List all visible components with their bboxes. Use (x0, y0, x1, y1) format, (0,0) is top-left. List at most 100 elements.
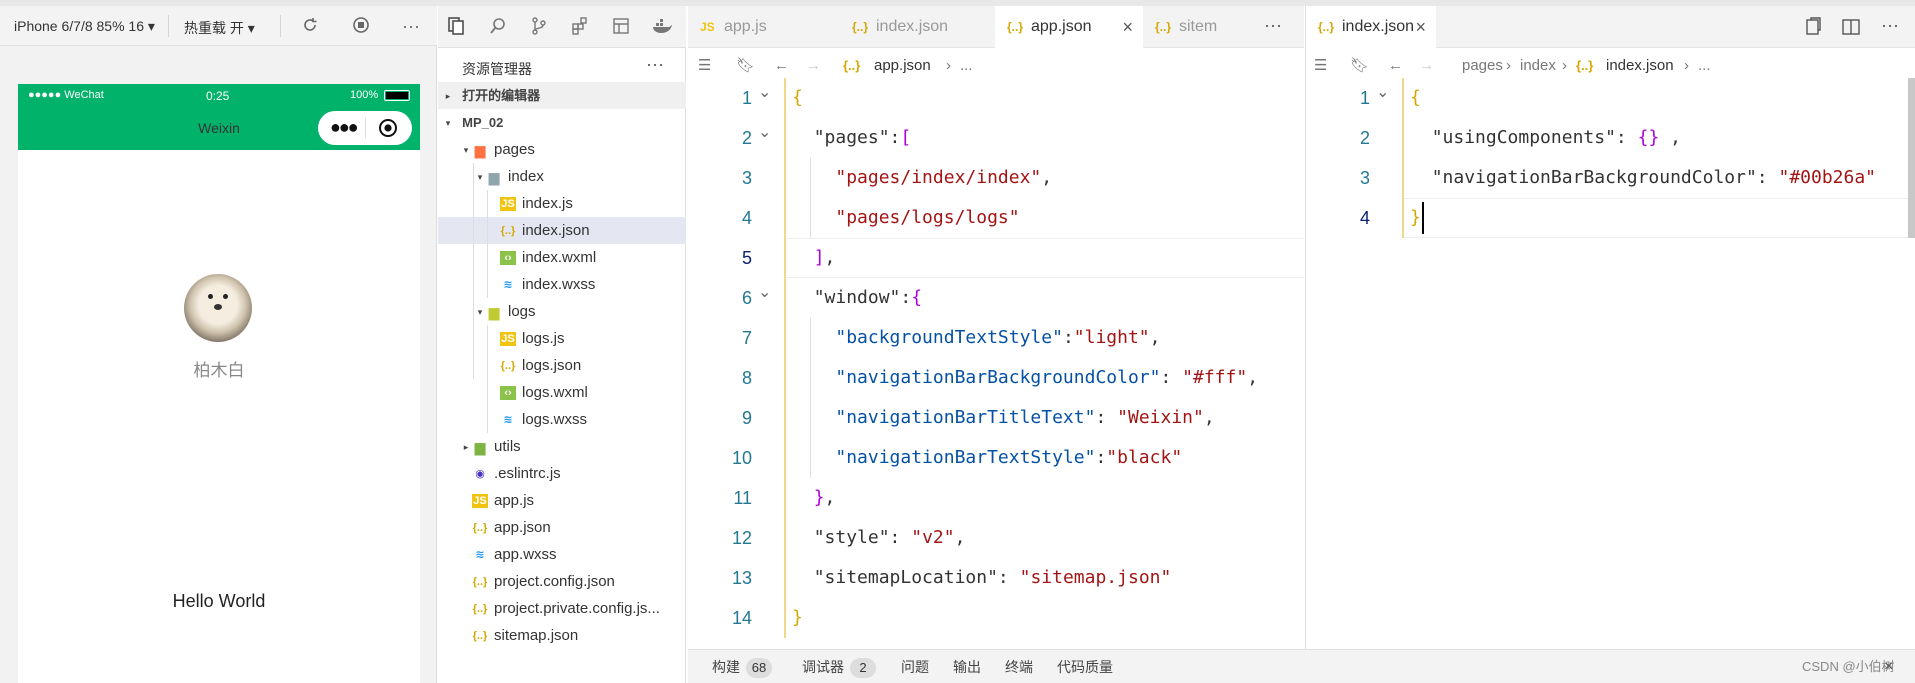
tree-item-label: index.wxml (522, 249, 597, 266)
editor-tab[interactable]: {..} sitem (1143, 6, 1223, 48)
code-line: } (792, 598, 803, 638)
tree-file[interactable]: {..} project.private.config.js... (438, 595, 686, 622)
project-section[interactable]: ▾ MP_02 (438, 109, 686, 136)
tree-folder[interactable]: ▸ ▆ utils (438, 433, 686, 460)
tree-file[interactable]: ≋ logs.wxss (438, 406, 686, 433)
collapsed-arrow-icon[interactable]: ▸ (460, 434, 472, 461)
code-line: ], (792, 238, 836, 278)
search-icon[interactable] (486, 16, 510, 40)
tree-folder[interactable]: ▾ ▆ pages (438, 136, 686, 163)
js-file-icon: JS (472, 494, 488, 509)
json-file-icon: {..} (1155, 20, 1172, 34)
code-area[interactable]: 1{2 "pages":[3 "pages/index/index", 4 "pa… (688, 78, 1304, 649)
refresh-icon[interactable] (300, 16, 320, 36)
editor-tab[interactable]: {..} app.json × (995, 6, 1143, 48)
build-tab[interactable]: 构建 68 (712, 650, 772, 683)
tree-folder[interactable]: ▾ ▆ index (438, 163, 686, 190)
split-editor-icon[interactable] (1841, 17, 1861, 41)
close-tab-icon[interactable]: × (1415, 6, 1426, 48)
output-tab[interactable]: 输出 (953, 650, 981, 683)
problems-tab[interactable]: 问题 (901, 650, 929, 683)
code-token: : (997, 567, 1020, 588)
source-control-icon[interactable] (527, 16, 551, 40)
capsule-menu[interactable]: ●●● (318, 111, 412, 145)
line-number: 13 (731, 568, 752, 588)
open-editors-section[interactable]: ▸ 打开的编辑器 (438, 82, 686, 109)
code-line: "pages/index/index", (792, 158, 1052, 198)
more-icon[interactable]: ··· (401, 16, 421, 36)
json-file-icon: {..} (472, 522, 488, 535)
line-number: 12 (731, 528, 752, 548)
indent-guide (487, 190, 488, 298)
code-token: "sitemapLocation" (813, 567, 998, 588)
open-changes-icon[interactable] (1803, 17, 1823, 41)
tree-file[interactable]: {..} project.config.json (438, 568, 686, 595)
signal-indicator: ●●●●● WeChat (28, 89, 104, 101)
expanded-arrow-icon[interactable]: ▾ (460, 137, 472, 164)
tree-file[interactable]: {..} index.json (438, 217, 686, 244)
tree-file[interactable]: ≋ index.wxss (438, 271, 686, 298)
expanded-arrow-icon[interactable]: ▾ (474, 299, 486, 326)
capsule-more-icon[interactable]: ●●● (330, 117, 359, 137)
code-token: { (911, 287, 923, 308)
line-number: 14 (731, 608, 752, 628)
editor-tab[interactable]: {..} index.json (840, 6, 995, 48)
fold-chevron-icon[interactable]: ⌄ (758, 282, 771, 302)
editor-app-json: JS app.js {..} index.json {..} app.json × {..} s… (688, 6, 1304, 649)
layout-icon[interactable] (609, 16, 633, 40)
tree-file[interactable]: {..} logs.json (438, 352, 686, 379)
tree-item-label: index.wxss (522, 276, 596, 293)
code-quality-tab[interactable]: 代码质量 (1057, 650, 1113, 683)
debugger-tab[interactable]: 调试器 2 (802, 650, 876, 683)
editor-scrollbar[interactable] (1908, 78, 1915, 238)
json-file-icon: {..} (500, 360, 516, 373)
tree-item-label: app.wxss (494, 546, 557, 563)
explorer-icon[interactable] (444, 16, 468, 40)
hot-reload-select[interactable]: 热重载 开 ▾ (184, 18, 255, 38)
fold-chevron-icon[interactable]: ⌄ (758, 82, 771, 102)
tree-item-label: app.json (494, 519, 551, 536)
extensions-icon[interactable] (568, 16, 592, 40)
close-tab-icon[interactable]: × (1122, 6, 1133, 48)
tree-folder[interactable]: ▾ ▆ logs (438, 298, 686, 325)
docker-icon[interactable] (650, 16, 674, 40)
tree-file[interactable]: ‹› logs.wxml (438, 379, 686, 406)
tabs-more-icon[interactable]: ··· (1264, 15, 1282, 36)
tabs-more-icon[interactable]: ··· (1881, 15, 1899, 36)
expanded-arrow-icon[interactable]: ▾ (474, 164, 486, 191)
terminal-tab[interactable]: 终端 (1005, 650, 1033, 683)
editor-tab[interactable]: JS app.js (688, 6, 840, 48)
tree-item-label: index.js (522, 195, 573, 212)
line-number: 4 (741, 208, 752, 228)
tree-file[interactable]: JS logs.js (438, 325, 686, 352)
capsule-close-icon[interactable] (378, 118, 398, 142)
editor-tab[interactable]: {..} index.json × (1306, 6, 1436, 48)
tree-file[interactable]: ◉ .eslintrc.js (438, 460, 686, 487)
tree-file[interactable]: {..} app.json (438, 514, 686, 541)
tree-file[interactable]: JS app.js (438, 487, 686, 514)
tree-item-label: .eslintrc.js (494, 465, 561, 482)
tab-label: sitem (1179, 18, 1218, 35)
text-caret (1422, 202, 1424, 234)
line-number: 11 (733, 488, 752, 508)
json-file-icon: {..} (500, 225, 516, 238)
close-panel-icon[interactable]: × (1884, 650, 1893, 683)
explorer-more-icon[interactable]: ··· (646, 54, 664, 75)
code-line: "pages/logs/logs" (792, 198, 1019, 238)
fold-chevron-icon[interactable]: ⌄ (1376, 82, 1389, 102)
tree-item-label: logs.wxml (522, 384, 588, 401)
tab-label: app.json (1031, 18, 1092, 35)
tree-file[interactable]: JS index.js (438, 190, 686, 217)
device-select[interactable]: iPhone 6/7/8 85% 16 ▾ (14, 18, 155, 35)
code-line: { (1410, 78, 1421, 118)
code-area[interactable]: 1 {2 "usingComponents": {} , 3 "navigation… (1306, 78, 1915, 649)
fold-chevron-icon[interactable]: ⌄ (758, 122, 771, 142)
tree-file[interactable]: {..} sitemap.json (438, 622, 686, 649)
tree-file[interactable]: ‹› index.wxml (438, 244, 686, 271)
tree-file[interactable]: ≋ app.wxss (438, 541, 686, 568)
stop-icon[interactable] (351, 16, 371, 36)
status-time: 0:25 (206, 89, 230, 103)
